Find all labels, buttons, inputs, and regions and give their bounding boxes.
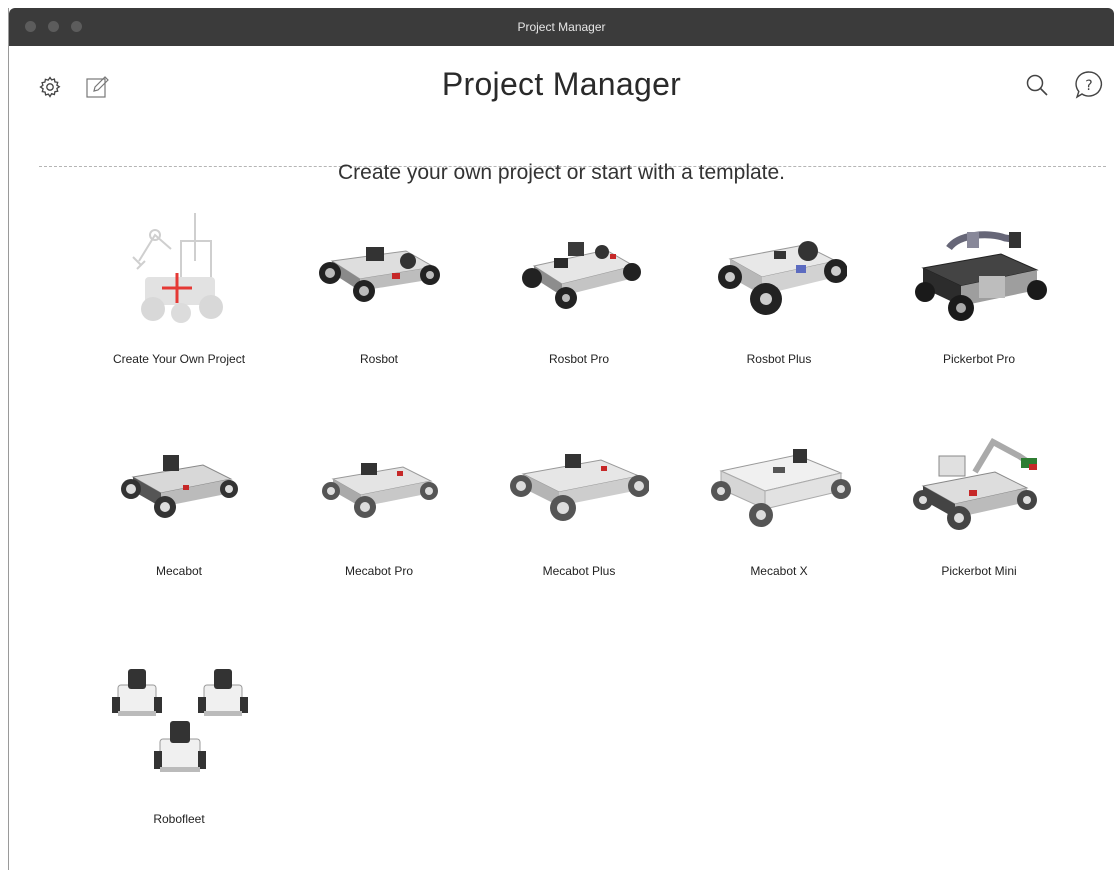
robot-image xyxy=(913,438,1037,530)
template-label: Rosbot Pro xyxy=(548,352,610,366)
title-bar[interactable]: Project Manager xyxy=(9,8,1114,46)
robot-image xyxy=(717,241,847,315)
minimize-window-button[interactable] xyxy=(48,21,59,32)
page-subtitle: Create your own project or start with a … xyxy=(337,161,786,184)
close-window-button[interactable] xyxy=(25,21,36,32)
help-icon: ? xyxy=(1075,71,1103,99)
robot-image xyxy=(120,455,238,518)
create-project-icon xyxy=(132,212,223,323)
template-card-rosbot[interactable]: Rosbot xyxy=(279,208,479,408)
template-label: Pickerbot Pro xyxy=(942,352,1016,366)
template-card-robofleet[interactable]: Robofleet xyxy=(79,648,279,848)
template-card-mecabot[interactable]: Mecabot xyxy=(79,420,279,620)
template-label: Mecabot Pro xyxy=(344,564,414,578)
page-title: Project Manager xyxy=(441,66,682,102)
template-label: Mecabot X xyxy=(750,564,808,578)
template-card-mecabot-plus[interactable]: Mecabot Plus xyxy=(479,420,679,620)
robot-image xyxy=(321,463,438,518)
template-label: Rosbot xyxy=(359,352,399,366)
window-controls xyxy=(25,21,82,32)
robot-image xyxy=(522,242,641,309)
template-label: Mecabot Plus xyxy=(542,564,616,578)
template-label: Robofleet xyxy=(153,812,205,826)
header-toolbar: Project Manager ? xyxy=(9,46,1114,167)
robot-fleet-image xyxy=(112,668,248,772)
template-card-create-project[interactable]: Create Your Own Project xyxy=(79,208,279,408)
template-card-mecabot-x[interactable]: Mecabot X xyxy=(679,420,879,620)
template-card-rosbot-plus[interactable]: Rosbot Plus xyxy=(679,208,879,408)
search-button[interactable] xyxy=(1020,68,1054,102)
robot-image xyxy=(319,247,440,302)
robot-image xyxy=(915,231,1047,321)
template-label: Mecabot xyxy=(155,564,203,578)
app-window: Project Manager Project Manager ? Create… xyxy=(8,8,1114,870)
window-title: Project Manager xyxy=(517,20,606,34)
template-label: Pickerbot Mini xyxy=(941,564,1017,578)
svg-text:?: ? xyxy=(1085,78,1092,94)
template-card-pickerbot-mini[interactable]: Pickerbot Mini xyxy=(879,420,1079,620)
zoom-window-button[interactable] xyxy=(71,21,82,32)
robot-image xyxy=(710,449,851,527)
robot-image xyxy=(510,454,649,521)
template-card-mecabot-pro[interactable]: Mecabot Pro xyxy=(279,420,479,620)
template-label: Create Your Own Project xyxy=(112,352,246,366)
help-button[interactable]: ? xyxy=(1072,68,1106,102)
template-label: Rosbot Plus xyxy=(746,352,812,366)
search-icon xyxy=(1026,74,1048,96)
template-card-pickerbot-pro[interactable]: Pickerbot Pro xyxy=(879,208,1079,408)
template-card-rosbot-pro[interactable]: Rosbot Pro xyxy=(479,208,679,408)
